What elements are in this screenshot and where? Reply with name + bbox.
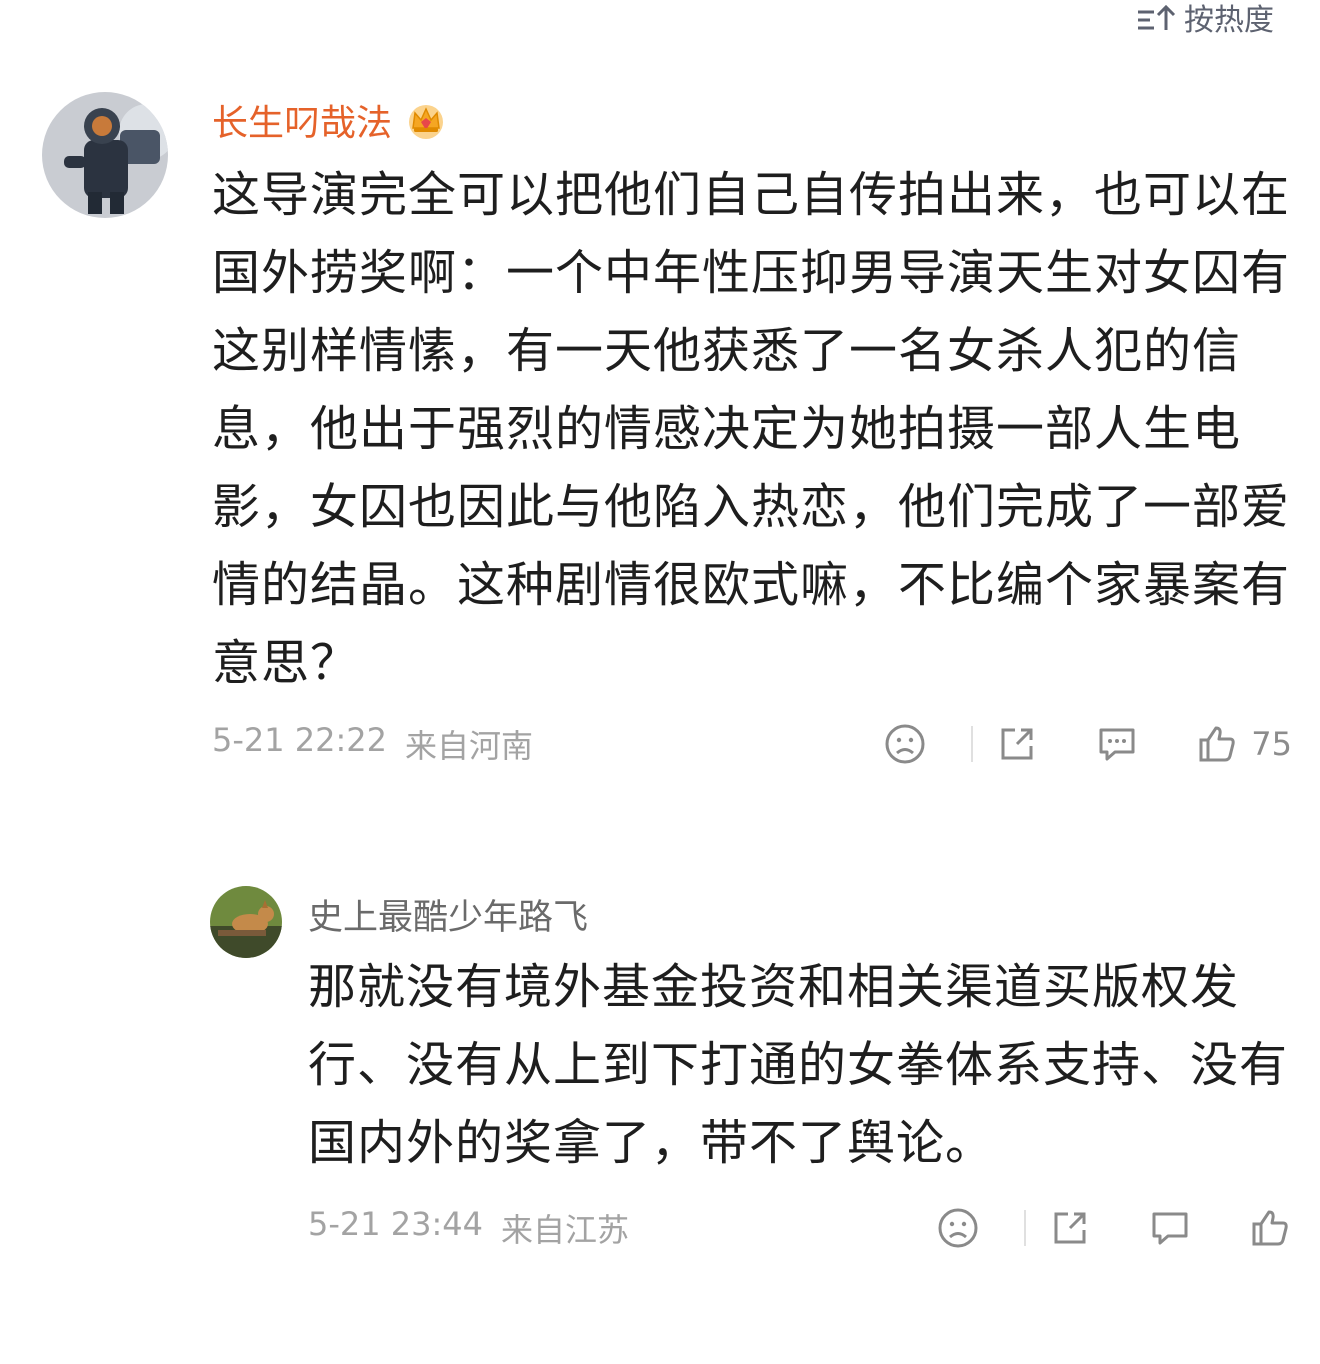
sort-by-hot-button[interactable]: 按热度 bbox=[1136, 0, 1274, 38]
dislike-button[interactable] bbox=[883, 714, 927, 774]
sort-icon bbox=[1138, 4, 1176, 30]
thumbs-up-icon bbox=[1199, 726, 1235, 762]
share-button[interactable] bbox=[995, 714, 1039, 774]
sad-face-icon bbox=[938, 1208, 978, 1248]
comment-time: 5-21 22:22 bbox=[212, 721, 388, 759]
comment-time: 5-21 23:44 bbox=[308, 1205, 484, 1243]
avatar[interactable] bbox=[210, 886, 282, 958]
username[interactable]: 史上最酷少年路飞 bbox=[308, 889, 588, 940]
thumbs-up-icon bbox=[1252, 1210, 1288, 1246]
sort-label: 按热度 bbox=[1184, 3, 1274, 38]
share-icon bbox=[1001, 728, 1033, 760]
sad-face-icon bbox=[885, 724, 925, 764]
divider bbox=[1024, 1210, 1026, 1246]
comment-icon bbox=[1152, 1212, 1188, 1245]
reply-button[interactable] bbox=[1148, 1198, 1192, 1258]
comment-icon bbox=[1099, 728, 1135, 761]
comment-location: 来自河南 bbox=[405, 727, 534, 765]
share-button[interactable] bbox=[1048, 1198, 1092, 1258]
dislike-button[interactable] bbox=[936, 1198, 980, 1258]
reply-button[interactable] bbox=[1095, 714, 1139, 774]
comment-text: 那就没有境外基金投资和相关渠道买版权发行、没有从上到下打通的女拳体系支持、没有国… bbox=[308, 959, 1289, 1171]
username[interactable]: 长生叼哉法 bbox=[212, 94, 392, 146]
like-button[interactable] bbox=[1248, 1198, 1292, 1258]
comment-text: 这导演完全可以把他们自己自传拍出来，也可以在国外捞奖啊：一个中年性压抑男导演天生… bbox=[212, 167, 1291, 691]
like-button[interactable]: 75 bbox=[1195, 714, 1292, 774]
vip-crown-icon bbox=[409, 105, 444, 139]
divider bbox=[971, 726, 974, 762]
comment-location: 来自江苏 bbox=[501, 1211, 630, 1249]
like-count: 75 bbox=[1251, 725, 1292, 763]
share-icon bbox=[1054, 1212, 1086, 1244]
avatar[interactable] bbox=[42, 92, 168, 218]
